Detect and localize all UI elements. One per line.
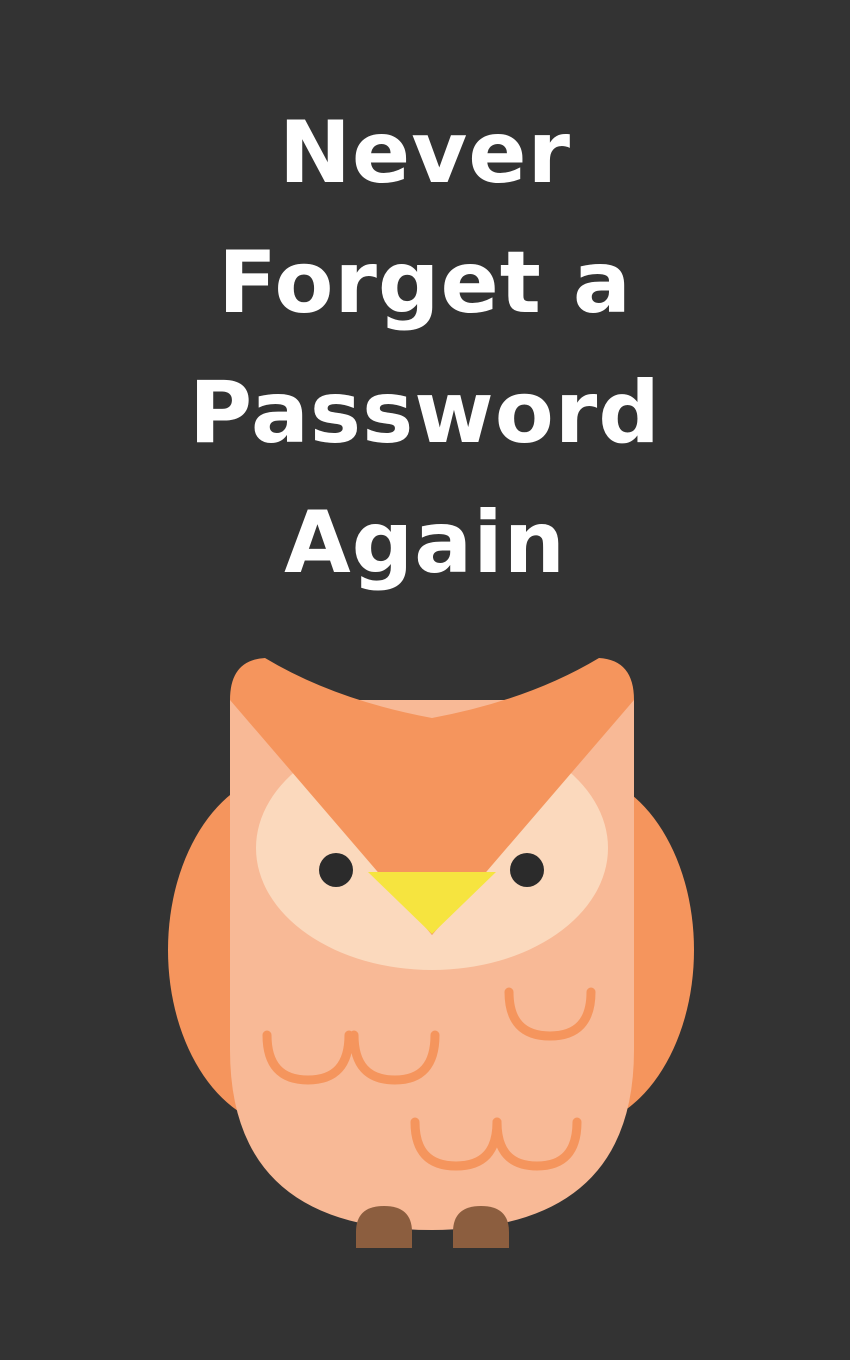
book-cover: Never Forget a Password Again bbox=[0, 0, 850, 1360]
right-eye-icon bbox=[510, 853, 544, 887]
right-foot bbox=[453, 1206, 509, 1248]
left-eye-icon bbox=[319, 853, 353, 887]
left-foot bbox=[356, 1206, 412, 1248]
owl-icon bbox=[168, 658, 694, 1248]
